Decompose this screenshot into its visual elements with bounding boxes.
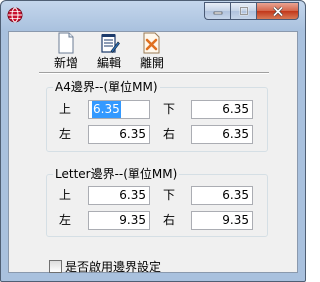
minimize-icon xyxy=(213,11,222,15)
dialog-client-area: 新增 編輯 離開 A4邊界--(單位MM) 上 6.35 下 6.35 左 6.… xyxy=(8,31,298,275)
new-button-label: 新增 xyxy=(53,56,78,70)
title-bar[interactable] xyxy=(1,1,305,31)
exit-icon xyxy=(143,32,160,54)
edit-button-label: 編輯 xyxy=(96,56,121,70)
enable-margin-checkbox[interactable] xyxy=(49,260,62,273)
a4-top-label: 上 xyxy=(59,102,72,116)
enable-margin-option[interactable]: 是否啟用邊界設定 xyxy=(49,258,161,275)
letter-left-label: 左 xyxy=(59,213,72,227)
a4-bottom-label: 下 xyxy=(163,102,176,116)
letter-bottom-label: 下 xyxy=(163,188,176,202)
toolbar: 新增 編輯 離開 xyxy=(9,32,297,72)
globe-app-icon xyxy=(7,7,23,23)
a4-margin-group: A4邊界--(單位MM) 上 6.35 下 6.35 左 6.35 右 6.35 xyxy=(46,79,268,152)
a4-top-value: 6.35 xyxy=(92,101,121,118)
a4-right-label: 右 xyxy=(163,127,176,141)
close-icon xyxy=(272,5,283,17)
letter-right-input[interactable]: 9.35 xyxy=(191,211,253,230)
maximize-button[interactable] xyxy=(230,2,256,20)
a4-bottom-input[interactable]: 6.35 xyxy=(191,100,253,119)
new-document-icon xyxy=(58,32,74,54)
toolbar-separator xyxy=(39,72,269,74)
letter-group-title: Letter邊界--(單位MM) xyxy=(53,166,180,182)
a4-group-title: A4邊界--(單位MM) xyxy=(53,79,160,95)
close-button[interactable] xyxy=(256,2,299,20)
a4-right-input[interactable]: 6.35 xyxy=(191,125,253,144)
maximize-icon xyxy=(239,6,248,16)
letter-top-input[interactable]: 6.35 xyxy=(88,186,150,205)
enable-margin-label: 是否啟用邊界設定 xyxy=(65,260,162,274)
edit-button[interactable]: 編輯 xyxy=(89,32,129,70)
minimize-button[interactable] xyxy=(204,2,230,20)
dialog-window: 新增 編輯 離開 A4邊界--(單位MM) 上 6.35 下 6.35 左 6.… xyxy=(0,0,306,282)
new-button[interactable]: 新增 xyxy=(46,32,86,70)
a4-left-input[interactable]: 6.35 xyxy=(88,125,150,144)
letter-bottom-input[interactable]: 6.35 xyxy=(191,186,253,205)
letter-top-label: 上 xyxy=(59,188,72,202)
a4-left-label: 左 xyxy=(59,127,72,141)
edit-notepad-icon xyxy=(101,34,120,53)
exit-button-label: 離開 xyxy=(139,56,164,70)
letter-left-input[interactable]: 9.35 xyxy=(88,211,150,230)
letter-margin-group: Letter邊界--(單位MM) 上 6.35 下 6.35 左 9.35 右 … xyxy=(46,166,268,237)
exit-button[interactable]: 離開 xyxy=(132,32,172,70)
a4-top-input[interactable]: 6.35 xyxy=(88,100,150,119)
letter-right-label: 右 xyxy=(163,213,176,227)
